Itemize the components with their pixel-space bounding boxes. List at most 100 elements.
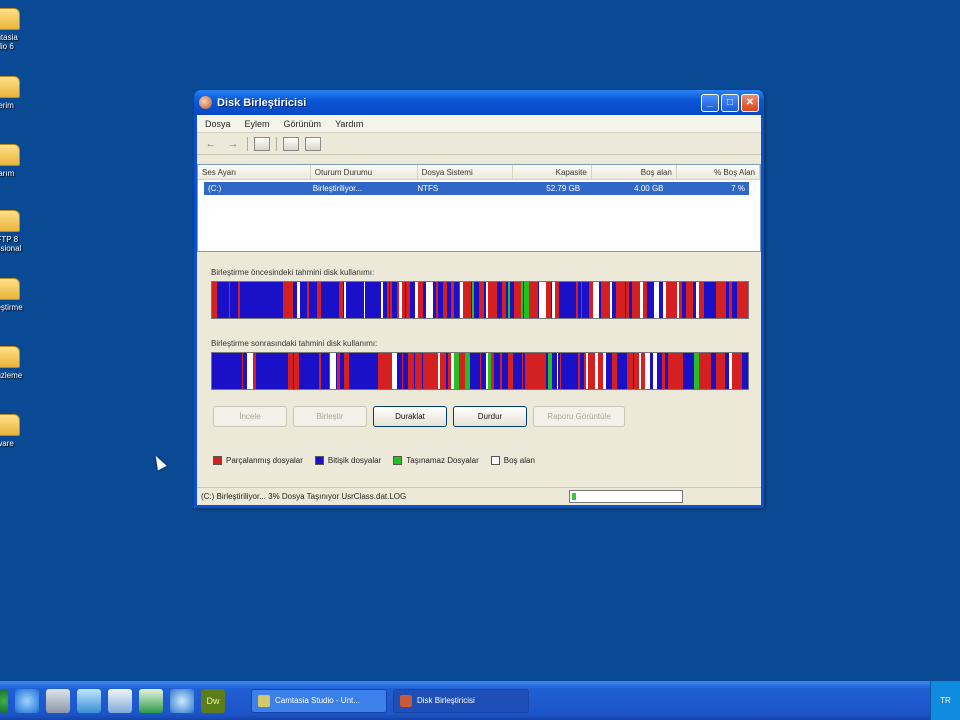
disk-cluster-stripe — [277, 282, 281, 318]
disk-cluster-stripe — [586, 282, 589, 318]
desktop-icon[interactable]: olarım — [0, 144, 52, 178]
disk-cluster-stripe — [634, 353, 639, 389]
disk-cluster-stripe — [360, 353, 365, 389]
disk-cluster-stripe — [364, 282, 365, 318]
disk-cluster-stripe — [643, 353, 645, 389]
desktop-icon[interactable]: eFTP 8 essional — [0, 210, 52, 253]
disk-cluster-stripe — [722, 353, 725, 389]
internet-explorer-icon[interactable] — [15, 688, 39, 713]
desktop-icon[interactable]: enzleme — [0, 346, 52, 380]
console-tree-icon[interactable] — [254, 136, 270, 151]
disk-cluster-stripe — [267, 353, 268, 389]
wireless-icon[interactable] — [170, 688, 194, 713]
pct-free-cell: 7 % — [731, 184, 745, 193]
disk-cluster-stripe — [236, 282, 238, 318]
table-row[interactable]: (C:) Birleştiriliyor... NTFS 52.79 GB 4.… — [204, 182, 749, 195]
folder-icon — [0, 8, 20, 30]
desktop-icon[interactable]: eware — [0, 414, 52, 448]
excel-icon[interactable] — [139, 688, 163, 713]
menu-action[interactable]: Eylem — [245, 119, 270, 129]
disk-cluster-stripe — [595, 282, 599, 318]
disk-cluster-stripe — [622, 353, 627, 389]
task-disk-defragmenter[interactable]: Disk Birleştiricisi — [393, 688, 529, 713]
disk-cluster-stripe — [273, 353, 278, 389]
title-bar[interactable]: Disk Birleştiricisi _ □ ✕ — [194, 90, 764, 115]
disk-cluster-stripe — [437, 353, 438, 389]
view-report-button[interactable]: Raporu Görüntüle — [533, 406, 625, 427]
disk-cluster-stripe — [410, 282, 415, 318]
disk-cluster-stripe — [529, 282, 532, 318]
disk-cluster-stripe — [288, 282, 293, 318]
disk-cluster-stripe — [558, 353, 560, 389]
disk-cluster-stripe — [405, 282, 406, 318]
disk-cluster-stripe — [502, 282, 503, 318]
start-button[interactable] — [0, 688, 8, 713]
col-file-system[interactable]: Dosya Sistemi — [418, 165, 513, 179]
minimize-button[interactable]: _ — [701, 93, 719, 112]
disk-cluster-stripe — [525, 353, 527, 389]
disk-cluster-stripe — [643, 282, 646, 318]
desktop-icon[interactable]: elerim — [0, 76, 52, 110]
camtasia-task-icon — [258, 694, 270, 707]
disk-cluster-stripe — [358, 282, 359, 318]
disk-cluster-stripe — [601, 282, 603, 318]
disk-cluster-stripe — [230, 282, 232, 318]
close-button[interactable]: ✕ — [741, 93, 759, 112]
defrag-task-icon — [400, 694, 412, 707]
col-volume[interactable]: Ses Ayarı — [198, 165, 311, 179]
folder-icon — [0, 346, 20, 368]
col-free-space[interactable]: Boş alan — [592, 165, 677, 179]
disk-cluster-stripe — [239, 353, 242, 389]
disk-cluster-stripe — [232, 282, 235, 318]
disk-cluster-stripe — [557, 282, 559, 318]
disk-cluster-stripe — [378, 282, 381, 318]
disk-cluster-stripe — [326, 353, 329, 389]
disk-cluster-stripe — [503, 282, 506, 318]
show-desktop-icon[interactable] — [77, 688, 101, 713]
analyze-button[interactable]: İncele — [213, 406, 287, 427]
disk-cluster-stripe — [480, 353, 481, 389]
disk-cluster-stripe — [460, 282, 463, 318]
progress-fill — [572, 493, 576, 500]
disk-cluster-stripe — [592, 282, 593, 318]
disk-cluster-stripe — [616, 282, 619, 318]
stop-button[interactable]: Durdur — [453, 406, 527, 427]
disk-cluster-stripe — [737, 353, 742, 389]
col-capacity[interactable]: Kapasite — [513, 165, 592, 179]
maximize-button[interactable]: □ — [721, 93, 739, 112]
disk-cluster-stripe — [659, 282, 663, 318]
disk-cluster-stripe — [491, 353, 494, 389]
col-percent-free[interactable]: % Boş Alan — [677, 165, 760, 179]
help-icon[interactable] — [283, 136, 299, 151]
disk-cluster-stripe — [619, 282, 622, 318]
task-camtasia[interactable]: Camtasia Studio - Unt... — [251, 688, 387, 713]
disk-cluster-stripe — [560, 353, 561, 389]
disk-cluster-stripe — [742, 282, 744, 318]
desktop-icon[interactable]: rleştirme — [0, 278, 52, 312]
menu-help[interactable]: Yardım — [335, 119, 363, 129]
col-session-status[interactable]: Oturum Durumu — [311, 165, 418, 179]
disk-cluster-stripe — [609, 282, 610, 318]
language-indicator[interactable]: TR — [930, 681, 960, 720]
disk-cluster-stripe — [703, 282, 704, 318]
dreamweaver-icon[interactable]: Dw — [201, 688, 225, 713]
forward-arrow-icon[interactable]: → — [225, 137, 241, 151]
disk-cluster-stripe — [423, 353, 425, 389]
network-icon[interactable] — [108, 688, 132, 713]
disk-cluster-stripe — [454, 282, 459, 318]
disk-cluster-stripe — [632, 282, 635, 318]
disk-cluster-stripe — [402, 353, 403, 389]
notepad-icon[interactable] — [46, 688, 70, 713]
pause-button[interactable]: Duraklat — [373, 406, 447, 427]
desktop-icon[interactable]: antasia udio 6 — [0, 8, 52, 51]
disk-cluster-stripe — [321, 282, 324, 318]
menu-view[interactable]: Görünüm — [284, 119, 322, 129]
menu-file[interactable]: Dosya — [205, 119, 231, 129]
defragment-button[interactable]: Birleştir — [293, 406, 367, 427]
disk-cluster-stripe — [474, 282, 479, 318]
disk-cluster-stripe — [546, 353, 548, 389]
back-arrow-icon[interactable]: ← — [203, 137, 219, 151]
disk-cluster-stripe — [491, 282, 495, 318]
properties-icon[interactable] — [305, 136, 321, 151]
disk-cluster-stripe — [324, 282, 325, 318]
